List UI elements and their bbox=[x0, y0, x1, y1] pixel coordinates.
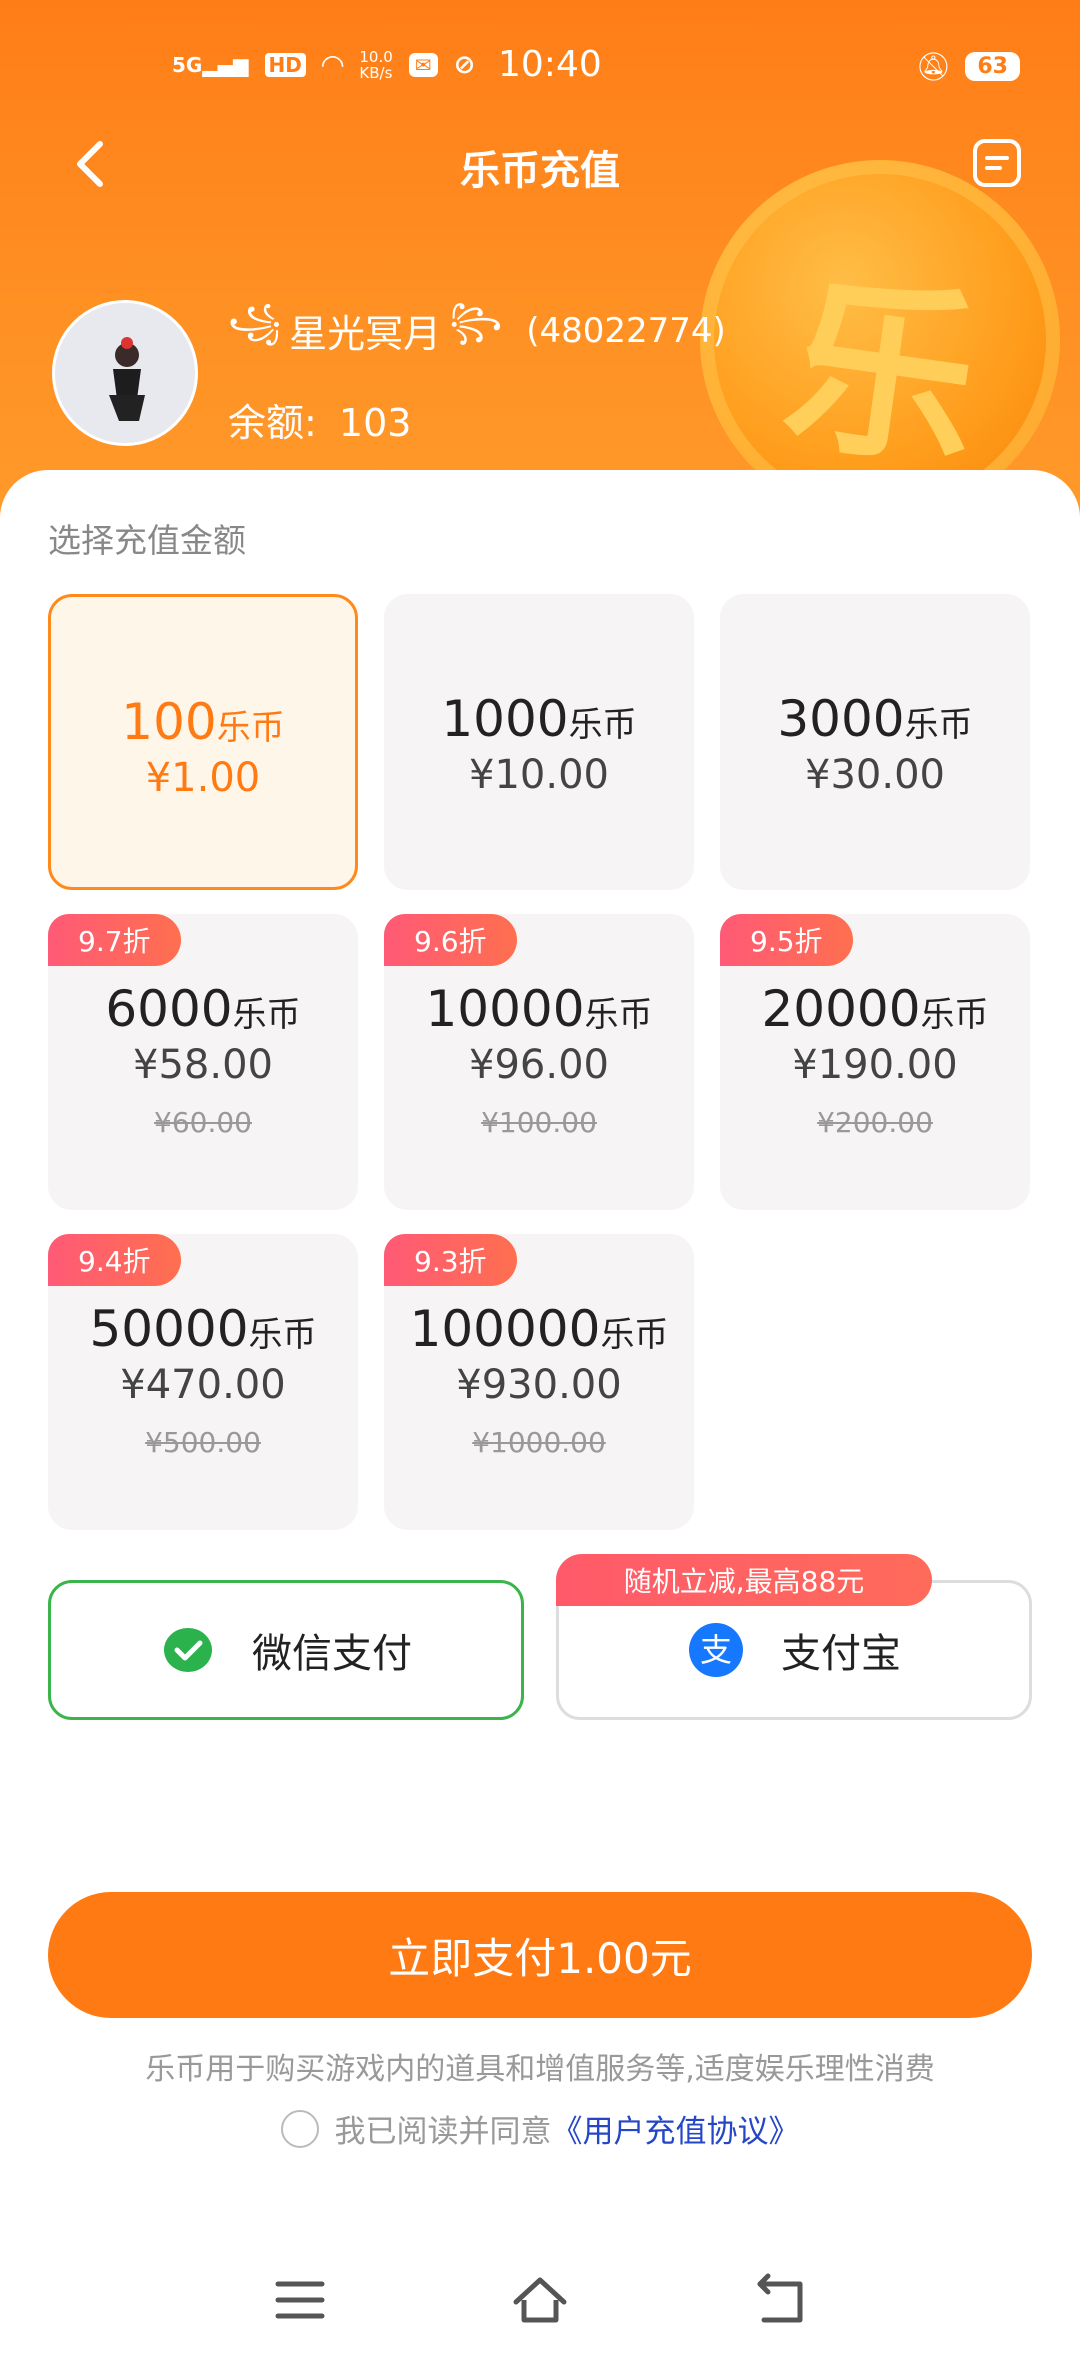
section-label: 选择充值金额 bbox=[48, 521, 246, 560]
amount-option[interactable]: 9.5折 20000乐币 ¥190.00 ¥200.00 bbox=[720, 914, 1030, 1210]
price: ¥1.00 bbox=[145, 755, 261, 801]
price: ¥190.00 bbox=[792, 1042, 958, 1088]
signal-icon: 5G▂▄▆ bbox=[172, 52, 249, 77]
original-price: ¥200.00 bbox=[817, 1106, 933, 1139]
alipay-icon: 支 bbox=[689, 1623, 743, 1677]
wechat-pay-button[interactable]: 微信支付 bbox=[48, 1580, 524, 1720]
coin-amount: 3000乐币 bbox=[777, 690, 973, 748]
agreement-checkbox[interactable] bbox=[280, 2109, 319, 2148]
balance-value: 103 bbox=[338, 401, 412, 445]
price: ¥30.00 bbox=[805, 752, 945, 798]
coin-amount: 20000乐币 bbox=[761, 980, 989, 1038]
amount-option[interactable]: 9.3折 100000乐币 ¥930.00 ¥1000.00 bbox=[384, 1234, 694, 1530]
price: ¥58.00 bbox=[133, 1042, 273, 1088]
amount-option[interactable]: 9.7折 6000乐币 ¥58.00 ¥60.00 bbox=[48, 914, 358, 1210]
wechat-pay-label: 微信支付 bbox=[252, 1631, 412, 1677]
agreement-row: 我已阅读并同意 《用户充值协议》 bbox=[0, 2106, 1080, 2151]
original-price: ¥100.00 bbox=[481, 1106, 597, 1139]
discount-badge: 9.3折 bbox=[384, 1234, 517, 1286]
mute-icon: 🔕︎ bbox=[915, 50, 952, 83]
coin-amount: 6000乐币 bbox=[105, 980, 301, 1038]
price: ¥96.00 bbox=[469, 1042, 609, 1088]
record-icon[interactable] bbox=[972, 138, 1022, 188]
discount-badge: 9.7折 bbox=[48, 914, 181, 966]
agreement-prefix: 我已阅读并同意 bbox=[334, 2114, 552, 2150]
balance-label: 余额: bbox=[228, 401, 317, 445]
discount-badge: 9.6折 bbox=[384, 914, 517, 966]
price: ¥470.00 bbox=[120, 1362, 286, 1408]
svg-text:支: 支 bbox=[700, 1631, 732, 1669]
wifi-icon: ◠ bbox=[321, 48, 344, 81]
coin-amount: 50000乐币 bbox=[89, 1300, 317, 1358]
hd-badge: HD bbox=[264, 52, 306, 77]
avatar-image bbox=[109, 337, 145, 421]
agreement-link[interactable]: 《用户充值协议》 bbox=[552, 2106, 800, 2151]
coin-decoration: 乐 bbox=[700, 160, 1060, 520]
back-nav-icon[interactable] bbox=[750, 2270, 810, 2330]
status-time: 10:40 bbox=[498, 44, 602, 85]
coin-glyph: 乐 bbox=[773, 251, 993, 497]
amount-option[interactable]: 9.6折 10000乐币 ¥96.00 ¥100.00 bbox=[384, 914, 694, 1210]
user-id: (48022774) bbox=[526, 310, 726, 351]
coin-amount: 100000乐币 bbox=[409, 1300, 669, 1358]
discount-badge: 9.4折 bbox=[48, 1234, 181, 1286]
menu-icon[interactable] bbox=[270, 2270, 330, 2330]
header: 5G▂▄▆ HD ◠ 10.0 KB/s ✉ ⊘ 10:40 🔕︎ 63 乐币充值… bbox=[0, 0, 1080, 520]
wechat-icon bbox=[164, 1628, 212, 1672]
price: ¥930.00 bbox=[456, 1362, 622, 1408]
alipay-label: 支付宝 bbox=[781, 1631, 901, 1677]
amount-option[interactable]: 1000乐币 ¥10.00 bbox=[384, 594, 694, 890]
message-icon: ✉ bbox=[408, 52, 438, 77]
coin-amount: 100乐币 bbox=[121, 693, 285, 751]
amount-option[interactable]: 9.4折 50000乐币 ¥470.00 ¥500.00 bbox=[48, 1234, 358, 1530]
original-price: ¥500.00 bbox=[145, 1426, 261, 1459]
app-icon: ⊘ bbox=[453, 49, 476, 80]
alipay-promo-badge: 随机立减,最高88元 bbox=[556, 1554, 932, 1606]
coin-amount: 1000乐币 bbox=[441, 690, 637, 748]
balance: 余额: 103 bbox=[228, 392, 411, 447]
amount-option[interactable]: 3000乐币 ¥30.00 bbox=[720, 594, 1030, 890]
pay-now-button[interactable]: 立即支付1.00元 bbox=[48, 1892, 1032, 2018]
original-price: ¥60.00 bbox=[154, 1106, 252, 1139]
system-nav-bar bbox=[0, 2270, 1080, 2350]
recharge-panel: 选择充值金额 100乐币 ¥1.00 1000乐币 ¥10.00 3000乐币 … bbox=[0, 470, 1080, 2376]
decoration-right: ꧂ bbox=[449, 302, 503, 342]
avatar bbox=[52, 300, 198, 446]
discount-badge: 9.5折 bbox=[720, 914, 853, 966]
home-icon[interactable] bbox=[510, 2270, 570, 2330]
notice-text: 乐币用于购买游戏内的道具和增值服务等,适度娱乐理性消费 bbox=[145, 2052, 935, 2087]
battery-indicator: 63 bbox=[965, 52, 1020, 81]
username-row: ꧁ 星光冥月 ꧂ (48022774) bbox=[228, 296, 726, 365]
original-price: ¥1000.00 bbox=[472, 1426, 606, 1459]
price: ¥10.00 bbox=[469, 752, 609, 798]
speed-indicator: 10.0 KB/s bbox=[359, 47, 393, 82]
amount-option[interactable]: 100乐币 ¥1.00 bbox=[48, 594, 358, 890]
coin-amount: 10000乐币 bbox=[425, 980, 653, 1038]
username: 星光冥月 bbox=[289, 312, 442, 356]
decoration-left: ꧁ bbox=[228, 302, 282, 342]
status-bar: 5G▂▄▆ HD ◠ 10.0 KB/s ✉ ⊘ 10:40 🔕︎ 63 bbox=[0, 0, 1080, 130]
